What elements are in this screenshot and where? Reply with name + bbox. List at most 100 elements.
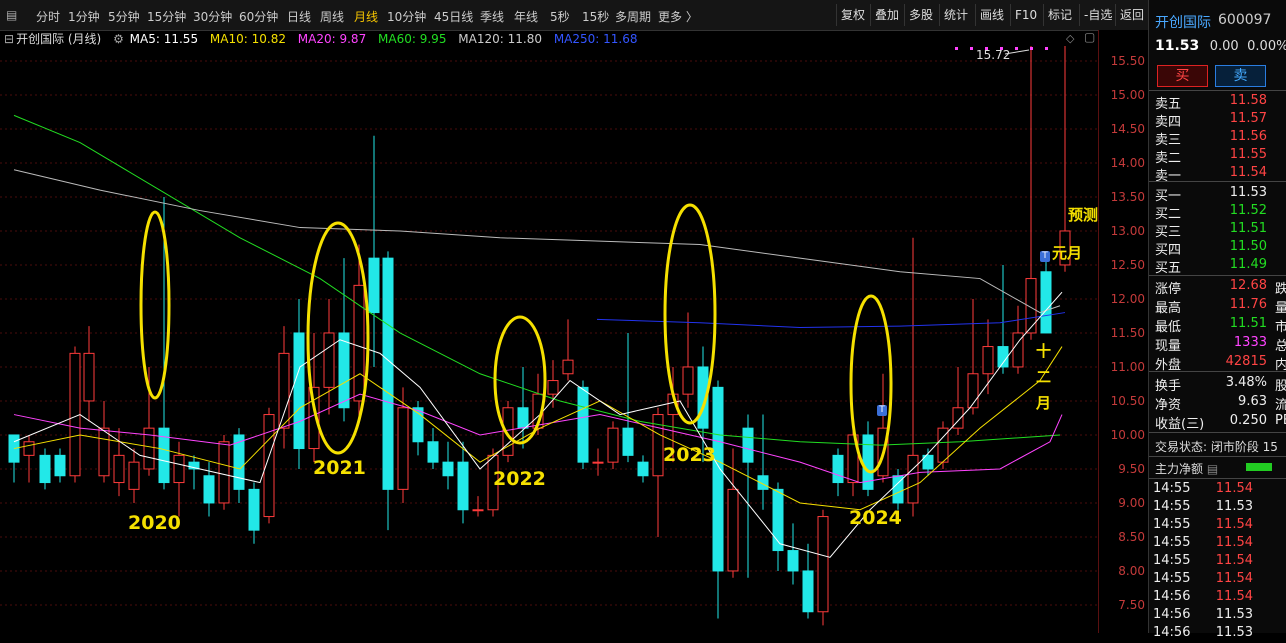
toolbar-button-biaoji[interactable]: 标记 — [1043, 4, 1076, 26]
period-tab[interactable]: 10分钟 — [387, 8, 426, 25]
event-marker-icon[interactable]: T — [877, 405, 887, 416]
toolbar-button-duogu[interactable]: 多股 — [904, 4, 937, 26]
period-tab[interactable]: 5秒 — [550, 8, 570, 25]
ma120-label: MA120: 11.80 — [458, 32, 542, 46]
period-tab[interactable]: 30分钟 — [193, 8, 232, 25]
tick-time: 14:55 — [1153, 553, 1191, 568]
tick-row: 14:55 11.54 — [1153, 481, 1283, 499]
toolbar-menu-icon[interactable]: ▤ — [6, 8, 17, 22]
settings-icon[interactable]: ⚙ — [113, 32, 124, 46]
candlestick-chart[interactable] — [0, 46, 1098, 633]
stat2-row: 换手 3.48% 股 — [1155, 375, 1286, 394]
annotation-yuanyue: 元月 — [1052, 244, 1083, 262]
period-tab[interactable]: 季线 — [480, 8, 504, 25]
period-tab[interactable]: 1分钟 — [68, 8, 100, 25]
sell-button[interactable]: 卖 — [1215, 65, 1266, 87]
period-tab[interactable]: 分时 — [36, 8, 60, 25]
tick-row: 14:56 11.54 — [1153, 589, 1283, 607]
candle-body — [607, 427, 619, 463]
list-icon[interactable]: ▤ — [1207, 462, 1218, 476]
period-tab[interactable]: 15分钟 — [147, 8, 186, 25]
ma60-label: MA60: 9.95 — [378, 32, 447, 46]
toolbar-button-huaxian[interactable]: 画线 — [975, 4, 1008, 26]
tick-time: 14:55 — [1153, 499, 1191, 514]
period-tab[interactable]: 周线 — [320, 8, 344, 25]
y-tick-label: 9.50 — [1118, 461, 1145, 476]
period-tab[interactable]: 45日线 — [434, 8, 473, 25]
candle-body — [832, 454, 844, 484]
stat-row-label: 最低 — [1155, 320, 1182, 335]
bid-row-value: 11.52 — [1229, 203, 1267, 218]
annotation-2024: 2024 — [849, 507, 902, 529]
maximize-icon[interactable]: ▢ — [1084, 30, 1095, 44]
max-price-label: 15.72 — [976, 48, 1011, 62]
event-marker-icon[interactable]: T — [1040, 251, 1050, 262]
ask-row-value: 11.54 — [1229, 165, 1267, 180]
collapse-icon[interactable]: ⊟ — [4, 32, 14, 46]
candle-body — [338, 332, 350, 409]
annotation-forecast: 预测 — [1068, 206, 1099, 224]
ask-row: 卖二 11.55 — [1155, 147, 1285, 166]
y-tick-label: 12.00 — [1110, 291, 1145, 306]
candle-body — [203, 475, 215, 504]
tick-row: 14:56 11.53 — [1153, 625, 1283, 643]
toolbar-button-fuquan[interactable]: 复权 — [836, 4, 869, 26]
toolbar-button-back[interactable]: 返回 — [1115, 4, 1148, 26]
y-tick-label: 13.50 — [1110, 189, 1145, 204]
period-toolbar: ▤ 分时 1分钟 5分钟 15分钟 30分钟 60分钟 日线 周线 月线 10分… — [0, 0, 1148, 31]
stat-row-extra: 量 — [1275, 301, 1286, 316]
y-tick-label: 10.00 — [1110, 427, 1145, 442]
more-periods-button[interactable]: 更多 〉 — [658, 8, 698, 25]
bid-row: 买二 11.52 — [1155, 203, 1285, 222]
tick-price: 11.54 — [1215, 589, 1253, 604]
period-tab[interactable]: 多周期 — [615, 8, 651, 25]
bid-row-value: 11.51 — [1229, 221, 1267, 236]
candle-body — [727, 488, 739, 572]
bid-row: 买三 11.51 — [1155, 221, 1285, 240]
ma120-line — [13, 169, 1061, 314]
period-tab[interactable]: 日线 — [287, 8, 311, 25]
buy-button[interactable]: 买 — [1157, 65, 1208, 87]
toolbar-button-zixuan[interactable]: -自选 — [1079, 4, 1116, 26]
tick-row: 14:55 11.54 — [1153, 571, 1283, 589]
tick-price: 11.54 — [1215, 535, 1253, 550]
main-flow-label: 主力净额 ▤ — [1155, 460, 1218, 477]
y-tick-label: 14.00 — [1110, 155, 1145, 170]
toolbar-button-f10[interactable]: F10 — [1010, 4, 1041, 26]
period-tab[interactable]: 5分钟 — [108, 8, 140, 25]
candle-body — [982, 346, 994, 375]
tick-price: 11.54 — [1215, 481, 1253, 496]
top-dot-marker — [1015, 47, 1018, 50]
toolbar-button-diejia[interactable]: 叠加 — [870, 4, 903, 26]
top-dot-marker — [955, 47, 958, 50]
price-axis: 15.50 15.00 14.50 14.00 13.50 13.00 12.50 12.00… — [1098, 30, 1149, 633]
candle-body — [173, 454, 185, 484]
top-dot-marker — [1045, 47, 1048, 50]
candle-body — [218, 441, 230, 504]
stat-row-extra: 总 — [1275, 339, 1286, 354]
stat-row: 外盘 42815 内 — [1155, 354, 1286, 373]
candle-body — [442, 461, 454, 477]
tick-row: 14:55 11.53 — [1153, 499, 1283, 517]
y-tick-label: 8.00 — [1118, 563, 1145, 578]
y-tick-label: 9.00 — [1118, 495, 1145, 510]
candle-body — [54, 454, 66, 477]
ma10-label: MA10: 10.82 — [209, 32, 286, 46]
toolbar-button-tongji[interactable]: 统计 — [939, 4, 972, 26]
period-tab[interactable]: 年线 — [514, 8, 538, 25]
divider — [1149, 181, 1286, 182]
candle-body — [472, 509, 484, 512]
candle-body — [577, 386, 589, 463]
stat-row-value: 11.51 — [1229, 316, 1267, 331]
candle-body — [23, 441, 35, 456]
period-tab[interactable]: 60分钟 — [239, 8, 278, 25]
diamond-icon[interactable]: ◇ — [1066, 32, 1074, 45]
price-line: 11.53 0.00 0.00% — [1155, 38, 1286, 54]
period-tab[interactable]: 15秒 — [582, 8, 609, 25]
stat-row-extra: 跌 — [1275, 282, 1286, 297]
ask-row-label: 卖二 — [1155, 151, 1182, 166]
period-tab-active[interactable]: 月线 — [354, 8, 378, 25]
tick-row: 14:55 11.54 — [1153, 553, 1283, 571]
stat-row-value: 1333 — [1233, 335, 1267, 350]
last-price: 11.53 — [1155, 38, 1200, 54]
